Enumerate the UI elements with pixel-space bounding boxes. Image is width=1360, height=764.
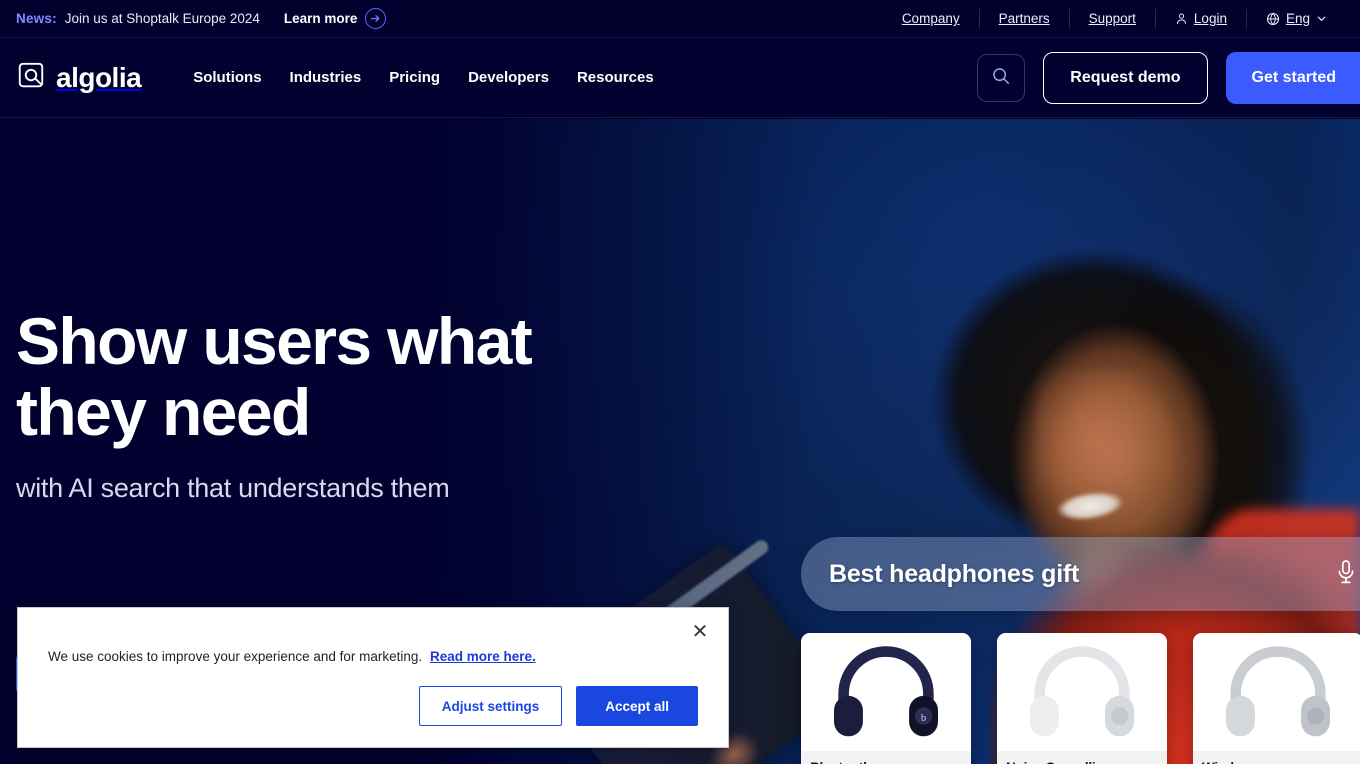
announcement-message: News: Join us at Shoptalk Europe 2024 Le… bbox=[0, 8, 387, 29]
search-button[interactable] bbox=[977, 53, 1026, 102]
topbar-link-support[interactable]: Support bbox=[1068, 8, 1155, 29]
nav-item-pricing[interactable]: Pricing bbox=[389, 69, 440, 86]
main-navigation-bar: algolia Solutions Industries Pricing Dev… bbox=[0, 38, 1360, 118]
close-icon[interactable]: ✕ bbox=[688, 620, 712, 644]
demo-product-results: b Bluetooth Headphones $129.99 ★★★★★ Buy… bbox=[801, 633, 1360, 764]
demo-search-query: Best headphones gift bbox=[829, 559, 1080, 588]
nav-item-resources[interactable]: Resources bbox=[577, 69, 654, 86]
request-demo-button[interactable]: Request demo bbox=[1043, 51, 1208, 104]
news-text: Join us at Shoptalk Europe 2024 bbox=[64, 11, 260, 26]
cookie-message-text: We use cookies to improve your experienc… bbox=[48, 649, 423, 664]
accept-all-button[interactable]: Accept all bbox=[576, 686, 698, 726]
product-card[interactable]: Noise Cancelling Headphones $149.99 ★★★★… bbox=[997, 633, 1167, 764]
algolia-logo-mark bbox=[16, 60, 46, 95]
product-title: Bluetooth Headphones bbox=[810, 760, 962, 764]
hero-title-line-2: they need bbox=[16, 375, 311, 450]
headphones-black-icon: b bbox=[801, 633, 971, 751]
topbar-link-support-label: Support bbox=[1088, 11, 1136, 26]
product-title-line-1: Noise Cancelling bbox=[1006, 760, 1112, 764]
algolia-logo[interactable]: algolia bbox=[0, 60, 142, 95]
topbar-link-company[interactable]: Company bbox=[883, 9, 979, 29]
hero-copy: Show users what they need with AI search… bbox=[16, 304, 533, 504]
nav-item-developers[interactable]: Developers bbox=[468, 69, 549, 86]
topbar-link-partners-label: Partners bbox=[998, 11, 1050, 26]
cookie-message: We use cookies to improve your experienc… bbox=[48, 649, 536, 664]
product-card[interactable]: Wireless Headphones $159.99 ★★★★★ Buy No… bbox=[1193, 633, 1360, 764]
cookie-read-more-link[interactable]: Read more here. bbox=[430, 649, 536, 664]
product-title-line-1: Bluetooth bbox=[810, 760, 871, 764]
nav-links: Solutions Industries Pricing Developers … bbox=[193, 69, 653, 86]
learn-more-link[interactable]: Learn more bbox=[284, 8, 387, 29]
language-label: Eng bbox=[1285, 11, 1310, 26]
arrow-right-circle-icon bbox=[365, 8, 387, 29]
topbar-link-login[interactable]: Login bbox=[1154, 8, 1246, 29]
nav-item-solutions[interactable]: Solutions bbox=[193, 69, 261, 86]
announcement-links: Company Partners Support Login Eng bbox=[883, 8, 1360, 29]
search-icon bbox=[991, 66, 1011, 89]
nav-actions: Request demo Get started bbox=[977, 38, 1360, 118]
nav-item-industries[interactable]: Industries bbox=[290, 69, 362, 86]
globe-icon bbox=[1266, 12, 1280, 26]
svg-text:b: b bbox=[921, 713, 926, 724]
hero-subtitle: with AI search that understands them bbox=[16, 472, 450, 503]
product-card[interactable]: b Bluetooth Headphones $129.99 ★★★★★ Buy… bbox=[801, 633, 971, 764]
language-selector[interactable]: Eng bbox=[1245, 8, 1346, 29]
microphone-icon[interactable] bbox=[1335, 558, 1357, 591]
cookie-actions: Adjust settings Accept all bbox=[418, 686, 698, 726]
product-title: Noise Cancelling Headphones bbox=[1006, 760, 1158, 764]
product-title-line-1: Wireless bbox=[1202, 760, 1256, 764]
chevron-down-icon bbox=[1316, 13, 1327, 24]
cookie-consent-banner: ✕ We use cookies to improve your experie… bbox=[17, 607, 729, 748]
product-info: Noise Cancelling Headphones $149.99 ★★★★… bbox=[997, 751, 1167, 764]
get-started-button[interactable]: Get started bbox=[1225, 51, 1360, 104]
product-title: Wireless Headphones bbox=[1202, 760, 1354, 764]
product-info: Bluetooth Headphones $129.99 ★★★★★ Buy N… bbox=[801, 751, 971, 764]
algolia-logo-text: algolia bbox=[56, 61, 142, 93]
hero-title: Show users what they need bbox=[16, 304, 533, 450]
news-label: News: bbox=[16, 11, 57, 26]
hero-title-line-1: Show users what bbox=[16, 304, 533, 378]
headphones-white-icon bbox=[997, 633, 1167, 751]
headphones-grey-icon bbox=[1193, 633, 1360, 751]
user-icon bbox=[1175, 12, 1188, 25]
topbar-link-partners[interactable]: Partners bbox=[978, 8, 1069, 29]
demo-search-bar[interactable]: Best headphones gift bbox=[801, 537, 1360, 611]
product-info: Wireless Headphones $159.99 ★★★★★ Buy No… bbox=[1193, 751, 1360, 764]
learn-more-label: Learn more bbox=[283, 11, 358, 26]
announcement-bar: News: Join us at Shoptalk Europe 2024 Le… bbox=[0, 0, 1360, 38]
topbar-link-login-label: Login bbox=[1193, 11, 1227, 26]
topbar-link-company-label: Company bbox=[901, 11, 960, 26]
adjust-settings-button[interactable]: Adjust settings bbox=[418, 686, 563, 726]
